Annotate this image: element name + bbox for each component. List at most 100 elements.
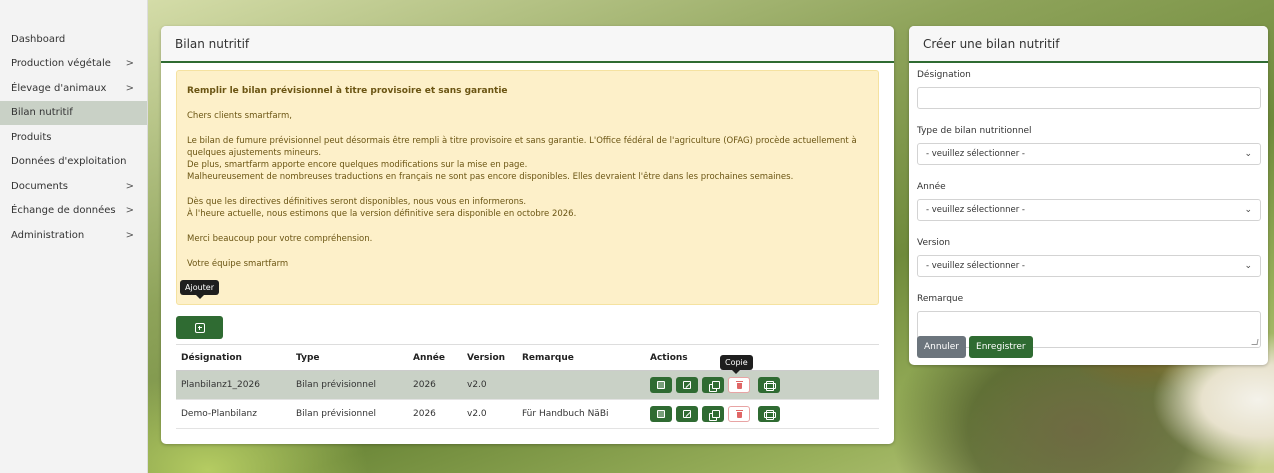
- cell-designation: Planbilanz1_2026: [176, 370, 291, 400]
- trash-icon: [735, 410, 743, 418]
- trash-icon: [735, 381, 743, 389]
- cell-version: v2.0: [462, 399, 517, 429]
- table-row[interactable]: Demo-Planbilanz Bilan prévisionnel 2026 …: [176, 399, 879, 429]
- print-icon: [764, 381, 776, 391]
- add-button[interactable]: [176, 316, 223, 339]
- notice-text: À l'heure actuelle, nous estimons que la…: [187, 209, 577, 219]
- notice-signature: Votre équipe smartfarm: [187, 259, 289, 269]
- notice-box: Remplir le bilan prévisionnel à titre pr…: [176, 70, 879, 305]
- chevron-right-icon: >: [125, 180, 134, 192]
- col-header-annee[interactable]: Année: [408, 344, 462, 371]
- sidebar-item-label: Dashboard: [11, 33, 66, 45]
- cell-actions: [645, 370, 879, 400]
- sidebar-item-produits[interactable]: Produits: [0, 125, 147, 150]
- sidebar-item-label: Données d'exploitation: [11, 156, 127, 168]
- save-button[interactable]: Enregistrer: [969, 336, 1033, 358]
- copy-icon: [708, 380, 720, 392]
- tooltip-copy: Copie: [720, 355, 753, 374]
- col-header-remarque[interactable]: Remarque: [517, 344, 645, 371]
- copy-button[interactable]: [702, 377, 724, 393]
- cell-actions: [645, 399, 879, 429]
- remarque-label: Remarque: [917, 294, 964, 304]
- sidebar-item-documents[interactable]: Documents >: [0, 174, 147, 199]
- cancel-button[interactable]: Annuler: [917, 336, 967, 358]
- cell-annee: 2026: [408, 399, 462, 429]
- sidebar-item-label: Documents: [11, 180, 69, 192]
- version-select-value: - veuillez sélectionner -: [926, 261, 1025, 271]
- sidebar-item-label: Administration: [11, 229, 85, 241]
- sidebar-item-label: Bilan nutritif: [11, 107, 73, 119]
- edit-button[interactable]: [676, 377, 698, 393]
- sidebar-item-label: Échange de données: [11, 205, 116, 217]
- cell-remarque: [517, 370, 645, 400]
- panel-title: Bilan nutritif: [161, 26, 894, 63]
- sidebar-item-bilan-nutritif[interactable]: Bilan nutritif: [0, 100, 147, 125]
- copy-icon: [708, 409, 720, 421]
- notice-text: Malheureusement de nombreuses traduction…: [187, 172, 794, 182]
- sidebar-item-donnees-exploitation[interactable]: Données d'exploitation: [0, 150, 147, 175]
- print-button[interactable]: [758, 406, 780, 422]
- print-icon: [764, 410, 776, 420]
- annee-label: Année: [917, 182, 946, 192]
- chevron-down-icon: ⌄: [1244, 261, 1252, 271]
- notice-text: Dès que les directives définitives seron…: [187, 197, 527, 207]
- sidebar-item-echange-donnees[interactable]: Échange de données >: [0, 199, 147, 224]
- cell-designation: Demo-Planbilanz: [176, 399, 291, 429]
- cell-type: Bilan prévisionnel: [291, 399, 408, 429]
- edit-button[interactable]: [676, 406, 698, 422]
- form-buttons: Annuler Enregistrer: [917, 336, 1033, 358]
- sidebar: Dashboard Production végétale > Élevage …: [0, 0, 148, 473]
- col-header-version[interactable]: Version: [462, 344, 517, 371]
- sidebar-item-administration[interactable]: Administration >: [0, 223, 147, 248]
- delete-button[interactable]: [728, 377, 750, 393]
- bilan-table: Désignation Type Année Version Remarque …: [176, 344, 879, 429]
- view-button[interactable]: [650, 377, 672, 393]
- type-select-value: - veuillez sélectionner -: [926, 149, 1025, 159]
- col-header-actions: Actions: [645, 344, 879, 371]
- sidebar-item-label: Production végétale: [11, 58, 111, 70]
- chevron-right-icon: >: [125, 82, 134, 94]
- delete-button[interactable]: [728, 406, 750, 422]
- create-form: Désignation Type de bilan nutritionnel -…: [917, 70, 1261, 348]
- col-header-designation[interactable]: Désignation: [176, 344, 291, 371]
- sidebar-item-production-vegetale[interactable]: Production végétale >: [0, 52, 147, 77]
- annee-select[interactable]: - veuillez sélectionner - ⌄: [917, 199, 1261, 221]
- edit-icon: [683, 381, 691, 389]
- sidebar-item-elevage[interactable]: Élevage d'animaux >: [0, 76, 147, 101]
- sidebar-item-label: Produits: [11, 131, 52, 143]
- notice-greeting: Chers clients smartfarm,: [187, 111, 292, 121]
- designation-label: Désignation: [917, 70, 971, 80]
- notice-thanks: Merci beaucoup pour votre compréhension.: [187, 234, 373, 244]
- table-row[interactable]: Planbilanz1_2026 Bilan prévisionnel 2026…: [176, 370, 879, 400]
- chevron-down-icon: ⌄: [1244, 205, 1252, 215]
- type-label: Type de bilan nutritionnel: [917, 126, 1032, 136]
- cell-version: v2.0: [462, 370, 517, 400]
- tooltip-add: Ajouter: [180, 280, 220, 299]
- cell-type: Bilan prévisionnel: [291, 370, 408, 400]
- view-icon: [657, 410, 665, 418]
- create-panel-title: Créer une bilan nutritif: [909, 26, 1268, 63]
- print-button[interactable]: [758, 377, 780, 393]
- version-select[interactable]: - veuillez sélectionner - ⌄: [917, 255, 1261, 277]
- cell-remarque: Für Handbuch NäBi: [517, 399, 645, 429]
- view-button[interactable]: [650, 406, 672, 422]
- sidebar-item-dashboard[interactable]: Dashboard: [0, 27, 147, 52]
- col-header-type[interactable]: Type: [291, 344, 408, 371]
- create-panel: Créer une bilan nutritif Désignation Typ…: [909, 26, 1268, 365]
- chevron-down-icon: ⌄: [1244, 149, 1252, 159]
- notice-title: Remplir le bilan prévisionnel à titre pr…: [187, 86, 508, 96]
- plus-square-icon: [194, 322, 205, 333]
- copy-button[interactable]: [702, 406, 724, 422]
- chevron-right-icon: >: [125, 58, 134, 70]
- chevron-right-icon: >: [125, 229, 134, 241]
- notice-text: De plus, smartfarm apporte encore quelqu…: [187, 160, 528, 170]
- view-icon: [657, 381, 665, 389]
- version-label: Version: [917, 238, 951, 248]
- bilan-panel: Bilan nutritif Remplir le bilan prévisio…: [161, 26, 894, 444]
- type-select[interactable]: - veuillez sélectionner - ⌄: [917, 143, 1261, 165]
- notice-text: Le bilan de fumure prévisionnel peut dés…: [187, 136, 857, 158]
- cell-annee: 2026: [408, 370, 462, 400]
- designation-input[interactable]: [917, 87, 1261, 109]
- chevron-right-icon: >: [125, 205, 134, 217]
- annee-select-value: - veuillez sélectionner -: [926, 205, 1025, 215]
